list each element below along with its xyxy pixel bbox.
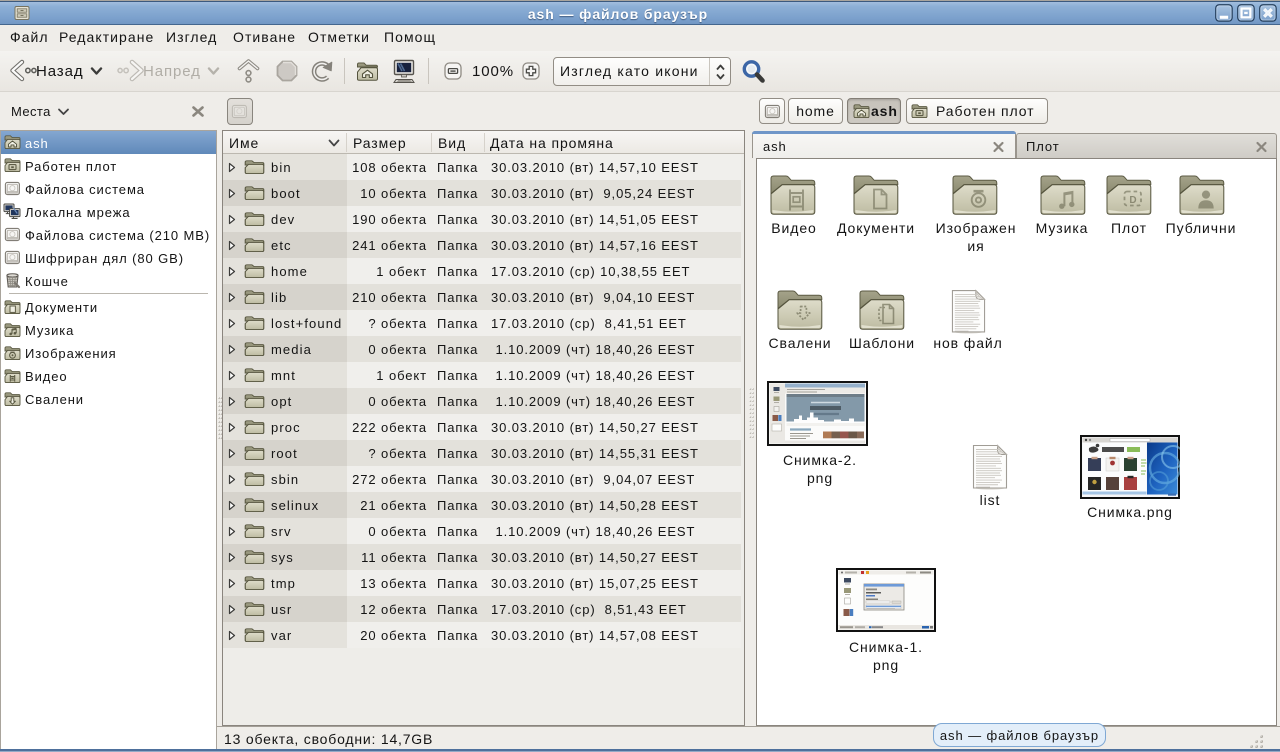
- svg-text:D: D: [1129, 195, 1137, 206]
